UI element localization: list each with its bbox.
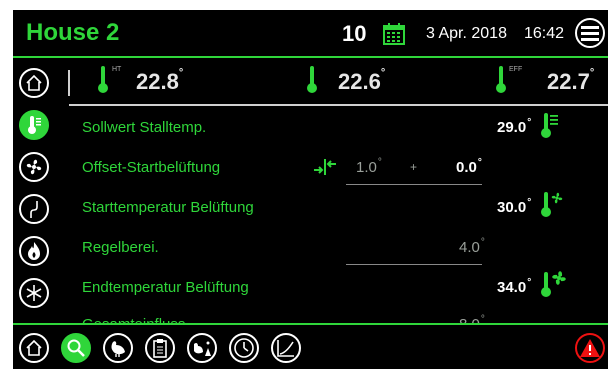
temp-unit: °: [380, 67, 386, 79]
pipe-icon: [30, 201, 38, 218]
offset-value-b[interactable]: 0.0°: [456, 157, 482, 176]
nav-home-button[interactable]: [19, 68, 49, 98]
clock-icon: [234, 338, 254, 358]
bottom-timer-button[interactable]: [229, 333, 259, 363]
flame-icon: [28, 242, 40, 260]
temp-tag: HT: [112, 66, 122, 73]
temp-sensor-avg: 22.6°: [305, 66, 415, 96]
setpoint-value[interactable]: 29.0°: [497, 117, 532, 136]
alarm-button[interactable]: [575, 333, 605, 363]
thermometer-setpoint-icon: [541, 113, 558, 138]
value-number: 4.0: [459, 239, 480, 256]
thermometer-icon: [28, 116, 41, 134]
temp-value: 22.6: [338, 69, 381, 94]
start-temp-value[interactable]: 30.0°: [497, 197, 532, 216]
screen: House 2 10 3 Apr. 2018 16:42 HT 22.8° 22…: [13, 10, 608, 369]
thermometer-icon: [98, 66, 108, 93]
calendar-icon[interactable]: [383, 23, 405, 45]
row-label-control-range: Regelberei.: [82, 239, 159, 256]
feed-icon: [194, 341, 211, 356]
bottom-search-button[interactable]: [61, 333, 91, 363]
thermometer-fan-icon: [541, 192, 563, 217]
value-unit: °: [527, 197, 532, 208]
temperature-strip: HT 22.8° 22.6° EFF 22.7°: [69, 56, 608, 106]
row-label-setpoint: Sollwert Stalltemp.: [82, 119, 207, 136]
time-display: 16:42: [524, 25, 565, 42]
fan-icon: [26, 159, 42, 175]
value-unit: °: [527, 277, 532, 288]
temp-sensor-eff: EFF 22.7°: [494, 66, 608, 96]
value-number: 0.0: [456, 159, 477, 176]
hen-icon: [111, 341, 125, 357]
value-number: 30.0: [497, 199, 527, 216]
temp-value: 22.7: [547, 69, 590, 94]
row-label-offset: Offset-Startbelüftung: [82, 159, 221, 176]
value-unit: °: [377, 157, 382, 168]
nav-cooling-button[interactable]: [19, 278, 49, 308]
row-label-end-temp: Endtemperatur Belüftung: [82, 279, 249, 296]
value-number: 29.0: [497, 119, 527, 136]
value-number: 34.0: [497, 279, 527, 296]
offset-plus: +: [410, 160, 418, 174]
hamburger-icon: [581, 26, 599, 41]
home-icon: [26, 74, 42, 91]
value-unit: °: [527, 117, 532, 128]
thermometer-fan-icon: [541, 271, 566, 297]
page-title: House 2: [26, 19, 120, 46]
bottom-feed-button[interactable]: [187, 333, 217, 363]
value-unit: °: [480, 237, 485, 248]
bottom-graph-button[interactable]: [271, 333, 301, 363]
bottom-nav: [13, 325, 608, 369]
thermometer-icon: [496, 66, 506, 93]
temp-unit: °: [178, 67, 184, 79]
temp-tag: EFF: [509, 66, 523, 73]
left-nav: [13, 58, 65, 320]
thermometer-icon: [307, 66, 317, 93]
snowflake-icon: [26, 285, 42, 301]
offset-value-a[interactable]: 1.0°: [356, 157, 382, 176]
bottom-animals-button[interactable]: [103, 333, 133, 363]
temp-unit: °: [589, 67, 595, 79]
home-icon: [26, 339, 42, 356]
clipboard-icon: [153, 339, 167, 358]
bottom-report-button[interactable]: [145, 333, 175, 363]
bottom-home-button[interactable]: [19, 333, 49, 363]
nav-heating-pipe-button[interactable]: [19, 194, 49, 224]
menu-button[interactable]: [575, 18, 605, 48]
nav-ventilation-button[interactable]: [19, 152, 49, 182]
header-bar: House 2 10 3 Apr. 2018 16:42: [13, 10, 608, 58]
nav-heating-button[interactable]: [19, 236, 49, 266]
day-number: 10: [342, 21, 367, 46]
value-number: 1.0: [356, 159, 377, 176]
value-unit: °: [477, 157, 482, 168]
graph-icon: [277, 340, 294, 357]
nav-temperature-button[interactable]: [19, 110, 49, 140]
alarm-icon: [580, 339, 600, 357]
date-display: 3 Apr. 2018: [426, 25, 507, 42]
control-range-value[interactable]: 4.0°: [459, 237, 485, 256]
control-range-underline: [346, 264, 482, 265]
temp-value: 22.8: [136, 69, 179, 94]
offset-underline: [346, 184, 482, 185]
end-temp-value[interactable]: 34.0°: [497, 277, 532, 296]
temp-sensor-ht: HT 22.8°: [96, 66, 206, 96]
offset-arrows-icon: [314, 159, 336, 175]
search-icon: [67, 339, 85, 357]
row-label-start-temp: Starttemperatur Belüftung: [82, 199, 254, 216]
